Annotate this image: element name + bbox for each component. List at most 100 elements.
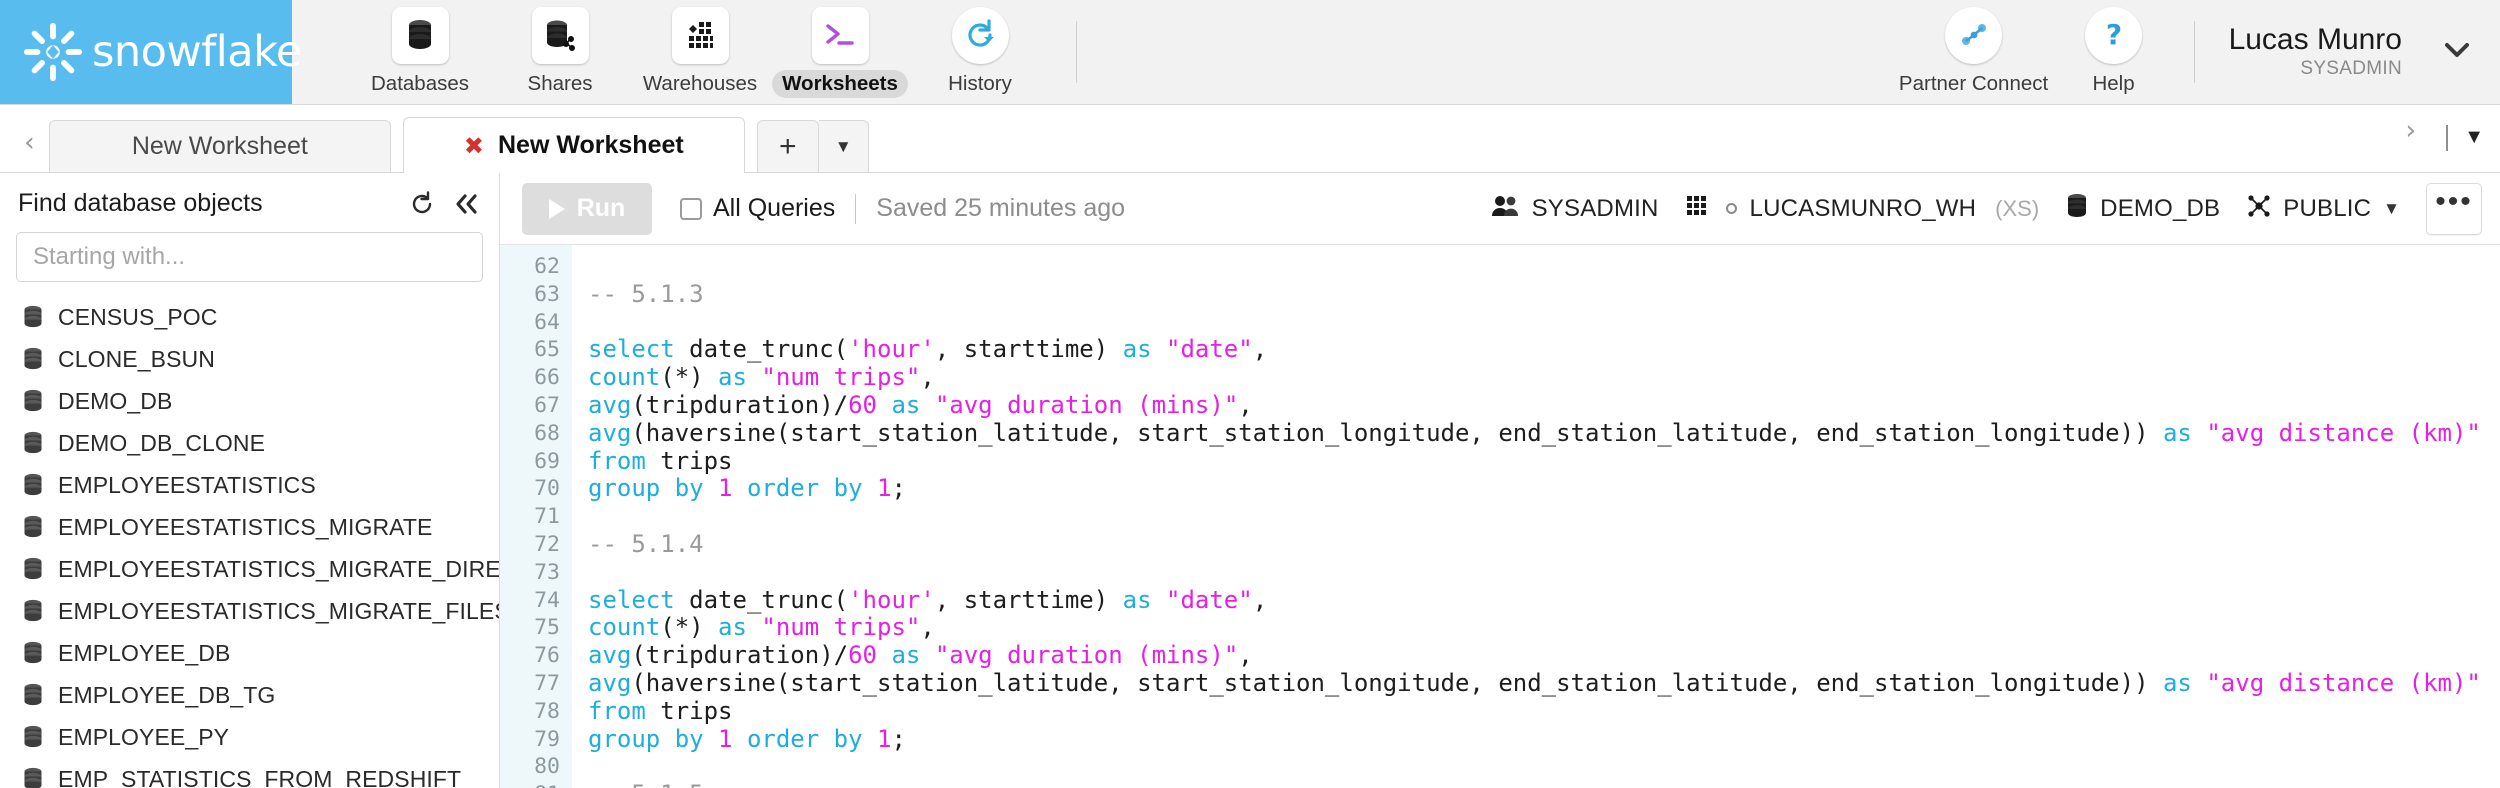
code-token-cmt: -- 5.1.4	[588, 529, 704, 558]
context-schema[interactable]: PUBLIC	[2246, 193, 2371, 224]
tab-scroll-right-icon[interactable]: ›	[2391, 115, 2430, 160]
nav-item-warehouses[interactable]: Warehouses	[630, 6, 770, 98]
code-token-id: ,	[920, 363, 935, 392]
database-list-item[interactable]: EMPLOYEESTATISTICS_MIGRATE	[0, 506, 499, 548]
worksheet-tab-1[interactable]: New Worksheet	[48, 120, 391, 172]
line-number: 62	[534, 254, 560, 279]
all-queries-checkbox[interactable]: All Queries	[680, 194, 835, 223]
refresh-icon[interactable]	[409, 190, 435, 217]
nav-item-shares[interactable]: Shares	[490, 6, 630, 98]
code-token-id	[704, 474, 718, 502]
database-list-item[interactable]: EMP_STATISTICS_FROM_REDSHIFT	[0, 758, 499, 788]
code-token-str: "num trips"	[761, 363, 921, 392]
run-button[interactable]: Run	[522, 182, 652, 235]
database-list-item-label: EMPLOYEE_DB_TG	[58, 681, 276, 708]
nav-label-partner-connect: Partner Connect	[1898, 71, 2049, 95]
add-worksheet-dropdown-caret-icon[interactable]: ▼	[818, 120, 869, 172]
database-list-item-label: DEMO_DB	[58, 387, 173, 414]
code-token-id: ,	[920, 613, 935, 642]
code-line: avg(haversine(start_station_latitude, st…	[588, 418, 2500, 448]
code-token-kw: from	[588, 696, 646, 725]
context-role-text: SYSADMIN	[1531, 194, 1659, 222]
line-number: 70	[534, 476, 560, 502]
nav-item-partner-connect[interactable]: Partner Connect	[1899, 6, 2048, 98]
code-token-id	[733, 725, 747, 753]
sql-editor[interactable]: 6263646566676869707172737475767778798081…	[500, 245, 2500, 788]
line-number: 71	[534, 504, 560, 530]
header-right: Partner Connect ? Help Lucas Munro SYSAD…	[1899, 0, 2500, 104]
line-number: 66	[534, 365, 560, 391]
context-schema-text: PUBLIC	[2283, 194, 2372, 222]
database-list-item[interactable]: EMPLOYEE_DB	[0, 632, 499, 674]
add-worksheet-button[interactable]: +	[756, 120, 819, 172]
user-name: Lucas Munro	[2228, 22, 2402, 56]
nav-item-help[interactable]: ? Help	[2044, 6, 2184, 98]
nav-item-databases[interactable]: Databases	[350, 6, 490, 98]
editor-line-numbers: 6263646566676869707172737475767778798081	[500, 245, 572, 788]
line-number: 75	[534, 615, 560, 641]
collapse-left-icon[interactable]	[453, 192, 481, 216]
code-token-num: 1	[718, 474, 733, 503]
sidebar-title: Find database objects	[18, 189, 263, 217]
nav-item-worksheets[interactable]: Worksheets	[770, 6, 910, 98]
line-number: 81	[500, 781, 560, 788]
code-token-id	[920, 641, 934, 669]
brand-text: snowflake	[92, 27, 302, 77]
code-token-kw: as	[2162, 418, 2192, 447]
users-icon	[1491, 194, 1521, 223]
code-token-num: 1	[718, 724, 733, 753]
database-icon	[22, 599, 44, 623]
tab-scroll-left-icon[interactable]: ‹	[10, 127, 49, 172]
code-token-id: ,	[1252, 585, 1268, 614]
code-token-id: ,	[1238, 641, 1253, 670]
user-role: SYSADMIN	[2300, 58, 2402, 80]
tab-list-dropdown-caret-icon[interactable]: ▼	[2464, 126, 2484, 149]
line-number: 63	[534, 281, 560, 307]
app-body: Find database objects Starting with... C…	[0, 173, 2500, 788]
worksheet-tab-2[interactable]: ✖ New Worksheet	[402, 117, 745, 173]
user-menu[interactable]: Lucas Munro SYSADMIN	[2229, 24, 2402, 81]
line-number: 77	[534, 670, 560, 696]
database-list-item[interactable]: CENSUS_POC	[0, 296, 499, 338]
worksheet-more-options-button[interactable]: •••	[2426, 182, 2482, 235]
context-role[interactable]: SYSADMIN	[1491, 194, 1659, 223]
database-list-item[interactable]: CLONE_BSUN	[0, 338, 499, 380]
user-menu-chevron-down-icon[interactable]	[2442, 40, 2472, 65]
context-dropdown-caret-icon[interactable]: ▼	[2383, 199, 2400, 219]
code-token-id: (haversine(start_station_latitude, start…	[631, 418, 2163, 447]
worksheet-pane: Run All Queries Saved 25 minutes ago SYS…	[500, 173, 2500, 788]
database-list-item[interactable]: EMPLOYEESTATISTICS	[0, 464, 499, 506]
code-token-id: ;	[891, 724, 906, 753]
database-list-item[interactable]: EMPLOYEE_PY	[0, 716, 499, 758]
database-list-item-label: CLONE_BSUN	[58, 345, 215, 372]
schema-nodes-icon	[2246, 193, 2272, 224]
nav-item-history[interactable]: History	[910, 6, 1050, 98]
database-icon	[22, 305, 44, 329]
code-token-kw: as	[891, 641, 921, 670]
database-list-item[interactable]: EMPLOYEESTATISTICS_MIGRATE_FILES	[0, 590, 499, 632]
context-database[interactable]: DEMO_DB	[2065, 193, 2220, 224]
editor-code-area[interactable]: -- 5.1.3 select date_trunc('hour', start…	[572, 245, 2500, 788]
code-line: count(*) as "num trips",	[588, 613, 2500, 642]
tab-close-icon[interactable]: ✖	[464, 132, 484, 160]
search-input[interactable]	[16, 232, 483, 282]
context-warehouse[interactable]: LUCASMUNRO_WH (XS)	[1685, 193, 2040, 224]
worksheet-toolbar: Run All Queries Saved 25 minutes ago SYS…	[500, 173, 2500, 245]
snowflake-logo[interactable]: snowflake	[0, 0, 302, 104]
database-list-item[interactable]: EMPLOYEE_DB_TG	[0, 674, 499, 716]
line-number: 65	[534, 337, 560, 363]
database-list-item[interactable]: DEMO_DB_CLONE	[0, 422, 499, 464]
code-token-kw: avg	[588, 641, 632, 670]
nav-label-databases: Databases	[370, 71, 469, 95]
code-token-id: date_trunc(	[674, 335, 849, 364]
database-list-item[interactable]: DEMO_DB	[0, 380, 499, 422]
toolbar-divider	[855, 193, 857, 224]
sidebar-search-wrapper	[0, 222, 499, 290]
code-token-num: 60	[848, 390, 878, 419]
database-list-item[interactable]: EMPLOYEESTATISTICS_MIGRATE_DIRECT	[0, 548, 499, 590]
code-token-num: 1	[877, 474, 892, 503]
line-number: 67	[534, 392, 560, 418]
code-token-id	[863, 725, 877, 753]
context-warehouse-size: (XS)	[1995, 195, 2040, 221]
